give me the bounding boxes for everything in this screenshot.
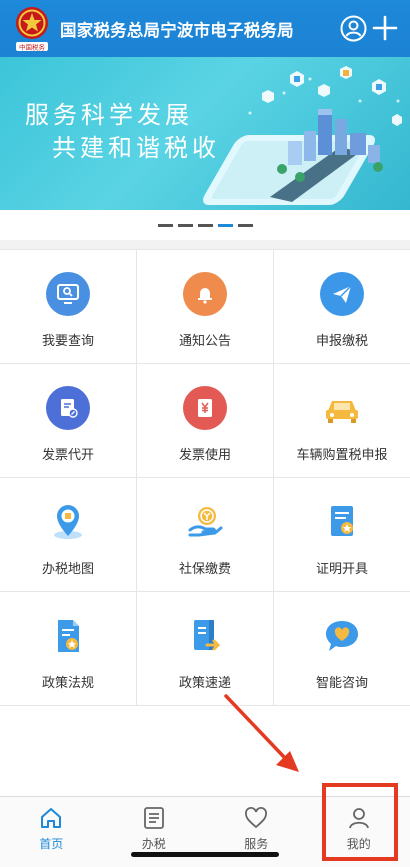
grid-item-policy-express[interactable]: 政策速递 bbox=[137, 592, 274, 706]
monitor-search-icon bbox=[46, 272, 90, 316]
smart-city-illustration bbox=[203, 66, 402, 205]
grid-item-notice[interactable]: 通知公告 bbox=[137, 250, 274, 364]
add-button[interactable] bbox=[370, 13, 400, 43]
promo-banner[interactable]: 服务科学发展 共建和谐税收 bbox=[0, 57, 410, 210]
grid-item-label: 申报缴税 bbox=[315, 334, 368, 349]
tab-label: 办税 bbox=[141, 837, 166, 851]
bell-icon bbox=[183, 272, 227, 316]
grid-item-invoice-issue[interactable]: 发票代开 bbox=[0, 364, 137, 478]
grid-item-label: 智能咨询 bbox=[315, 676, 368, 691]
plus-icon bbox=[372, 15, 398, 41]
grid-item-certificate[interactable]: 证明开具 bbox=[274, 478, 410, 592]
map-pin-icon bbox=[46, 500, 90, 544]
grid-item-label: 证明开具 bbox=[315, 562, 368, 577]
tab-label: 首页 bbox=[39, 837, 64, 851]
page-title: 国家税务总局宁波市电子税务局 bbox=[60, 20, 294, 40]
grid-item-vehicle-tax[interactable]: 车辆购置税申报 bbox=[274, 364, 410, 478]
tab-label: 服务 bbox=[244, 837, 269, 851]
car-icon bbox=[320, 386, 364, 430]
grid-item-social-security[interactable]: 社保缴费 bbox=[137, 478, 274, 592]
grid-item-label: 我要查询 bbox=[41, 334, 94, 349]
grid-item-declare-pay[interactable]: 申报缴税 bbox=[274, 250, 410, 364]
service-grid: 我要查询 通知公告 申报缴税 发票代开 发票使用 车辆购置税申报 办税地图 社保… bbox=[0, 249, 410, 706]
grid-item-label: 发票使用 bbox=[178, 448, 231, 463]
user-profile-button[interactable] bbox=[338, 13, 368, 43]
list-icon bbox=[143, 807, 164, 829]
grid-item-label: 政策法规 bbox=[41, 676, 94, 691]
hand-coin-icon bbox=[183, 500, 227, 544]
grid-item-label: 社保缴费 bbox=[178, 562, 231, 577]
grid-item-query[interactable]: 我要查询 bbox=[0, 250, 137, 364]
grid-item-label: 办税地图 bbox=[41, 562, 94, 577]
grid-item-label: 发票代开 bbox=[41, 448, 94, 463]
grid-item-label: 政策速递 bbox=[178, 676, 231, 691]
pager-dot-active[interactable] bbox=[217, 223, 233, 227]
tab-home[interactable]: 首页 bbox=[0, 797, 103, 867]
pager-dot[interactable] bbox=[157, 223, 173, 227]
app-header: 中国税务 国家税务总局宁波市电子税务局 bbox=[0, 0, 410, 57]
heart-icon bbox=[245, 807, 268, 829]
policy-doc-icon bbox=[46, 614, 90, 658]
pager-dot[interactable] bbox=[197, 223, 213, 227]
paper-plane-icon bbox=[320, 272, 364, 316]
certificate-icon bbox=[320, 500, 364, 544]
tax-emblem-icon: 中国税务 bbox=[10, 3, 54, 55]
yen-ticket-icon bbox=[183, 386, 227, 430]
user-circle-icon bbox=[340, 15, 366, 41]
section-divider bbox=[0, 240, 410, 249]
banner-pager bbox=[0, 210, 410, 240]
grid-item-policy-regulations[interactable]: 政策法规 bbox=[0, 592, 137, 706]
emblem-caption: 中国税务 bbox=[19, 42, 46, 51]
grid-item-smart-consult[interactable]: 智能咨询 bbox=[274, 592, 410, 706]
grid-item-tax-map[interactable]: 办税地图 bbox=[0, 478, 137, 592]
grid-item-label: 通知公告 bbox=[178, 334, 231, 349]
home-indicator bbox=[131, 852, 279, 857]
pager-dot[interactable] bbox=[237, 223, 253, 227]
pager-dot[interactable] bbox=[177, 223, 193, 227]
chat-heart-icon bbox=[320, 614, 364, 658]
annotation-highlight-box bbox=[322, 783, 398, 861]
policy-express-icon bbox=[183, 614, 227, 658]
grid-item-label: 车辆购置税申报 bbox=[296, 448, 388, 463]
home-icon bbox=[41, 808, 62, 828]
invoice-edit-icon bbox=[46, 386, 90, 430]
grid-item-invoice-use[interactable]: 发票使用 bbox=[137, 364, 274, 478]
